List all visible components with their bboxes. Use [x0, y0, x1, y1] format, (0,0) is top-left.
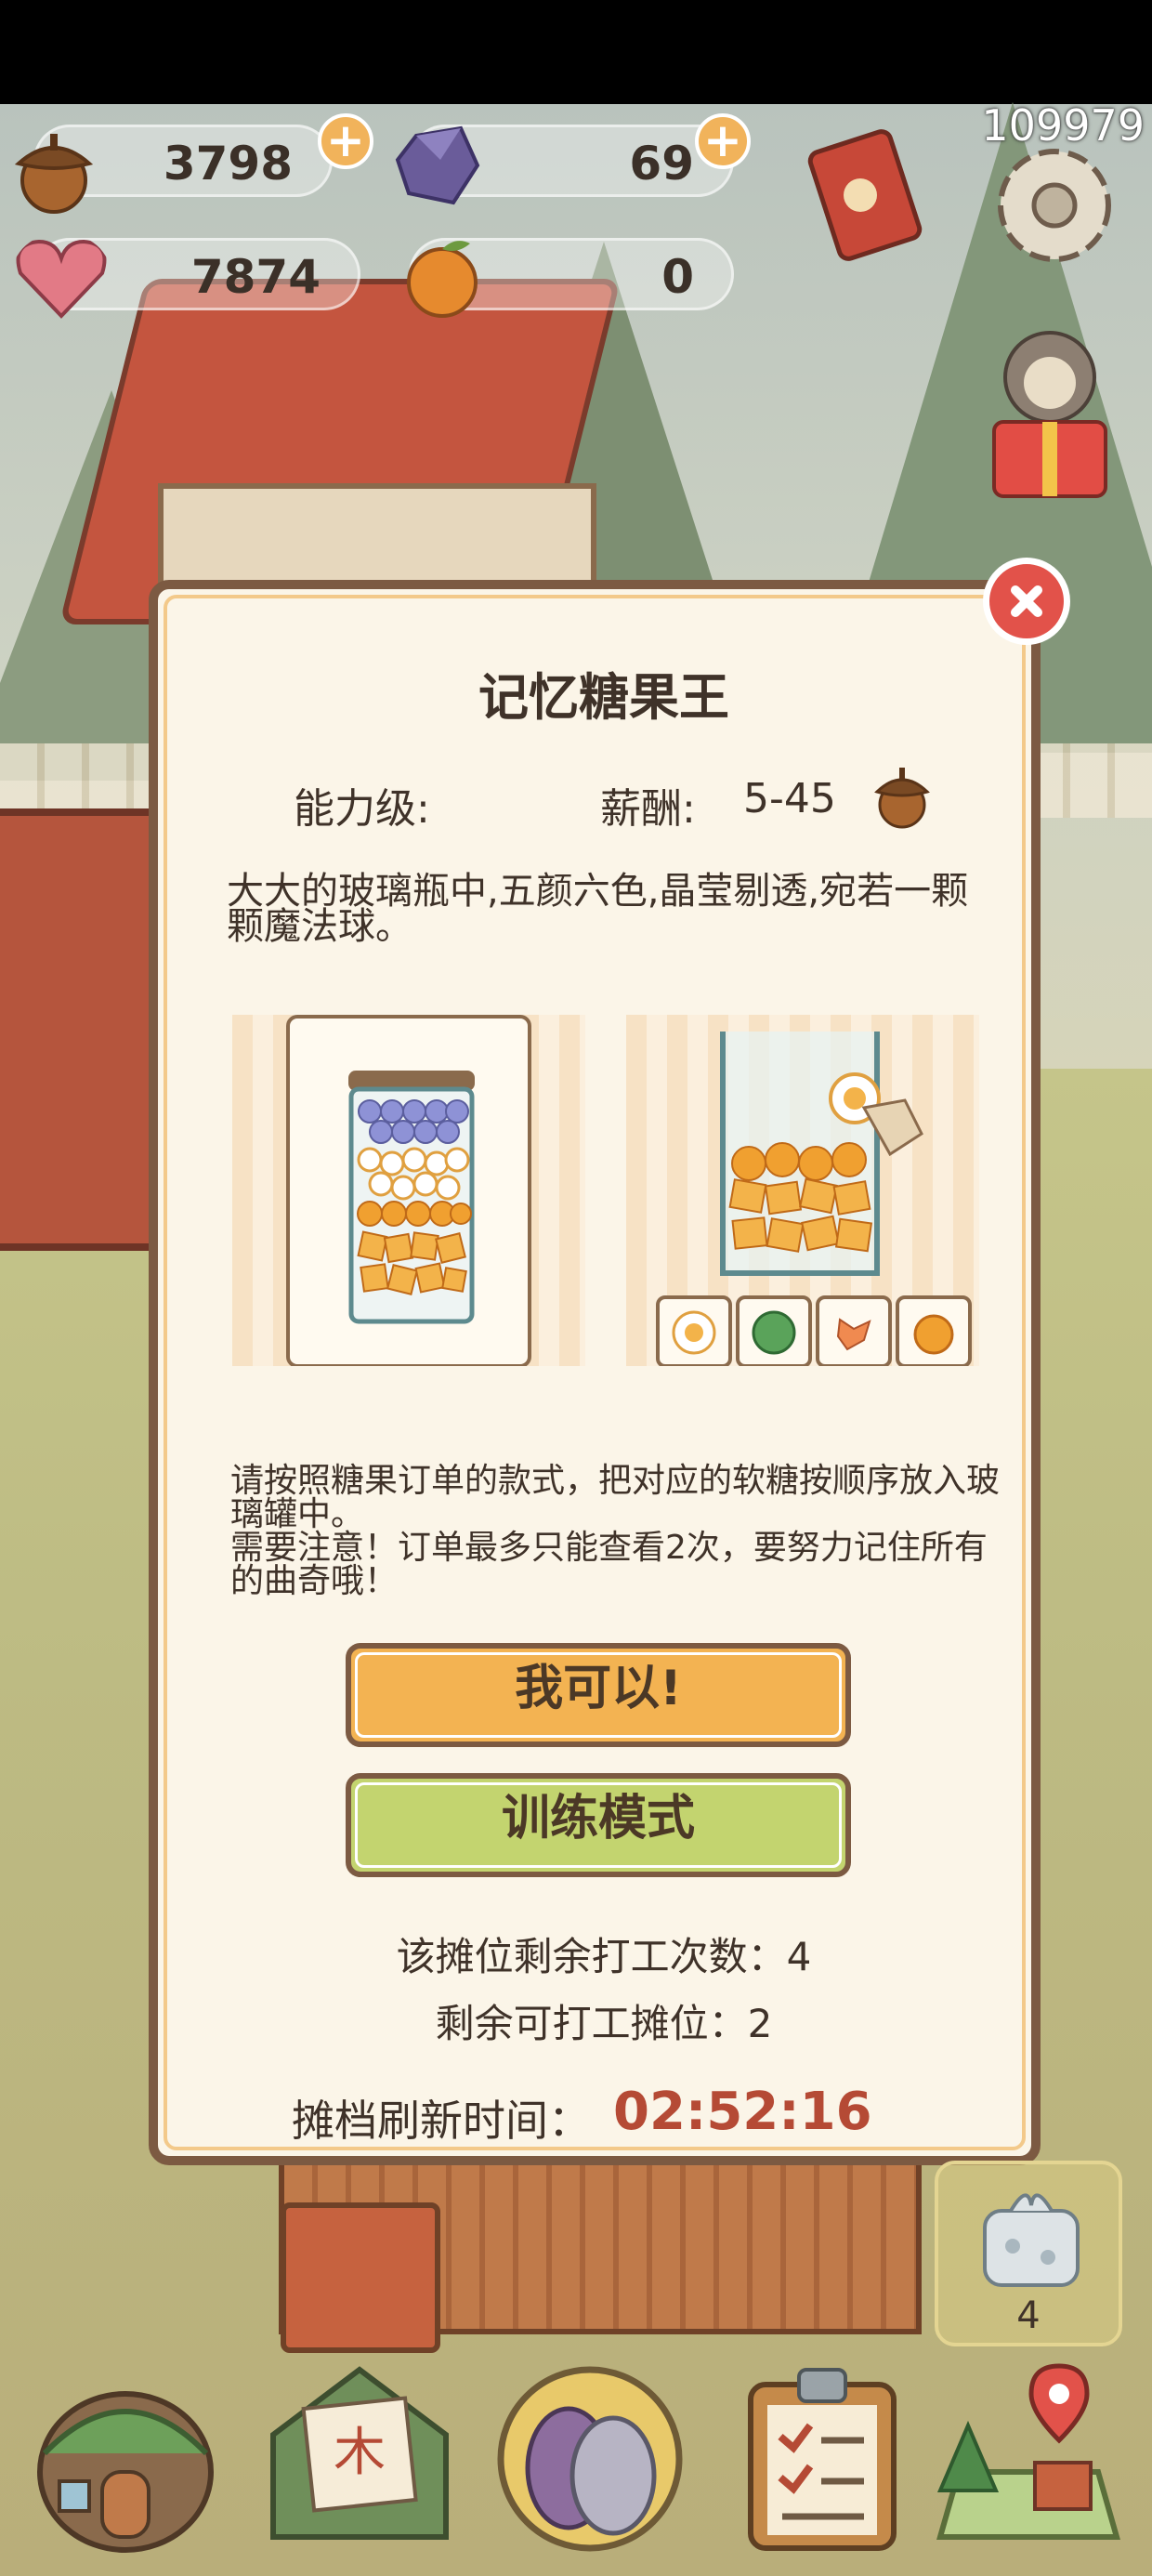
- heart-count: 7874: [190, 250, 321, 304]
- gem-icon: [395, 125, 480, 205]
- dialog-title: 记忆糖果王: [478, 668, 729, 727]
- salary-value: 5-45: [743, 775, 836, 822]
- add-gems-button[interactable]: +: [695, 113, 751, 169]
- sloth-gift-icon[interactable]: [975, 322, 1124, 507]
- gift-box-count: 4: [1016, 2294, 1041, 2337]
- mail-nav-icon[interactable]: 木: [262, 2351, 457, 2556]
- gift-box-button[interactable]: 4: [935, 2161, 1122, 2346]
- caravan[interactable]: [0, 808, 173, 1251]
- orange-count: 0: [661, 250, 694, 304]
- instruction-line-1: 请按照糖果订单的款式，把对应的软糖按顺序放入玻璃罐中。: [230, 1462, 1001, 1533]
- orange-icon: [407, 241, 478, 318]
- home-nav-icon[interactable]: [28, 2351, 223, 2556]
- refresh-timer: 02:52:16: [613, 2082, 872, 2142]
- remaining-stalls: 剩余可打工摊位：2: [435, 2001, 773, 2046]
- remaining-work-times: 该摊位剩余打工次数：4: [396, 1934, 812, 1979]
- task-clipboard-icon[interactable]: [725, 2351, 920, 2556]
- refresh-label: 摊档刷新时间：: [292, 2096, 591, 2146]
- confirm-button-label: 我可以!: [515, 1661, 682, 1716]
- instruction-line-2: 需要注意！订单最多只能查看2次，要努力记住所有的曲奇哦！: [230, 1529, 988, 1600]
- game-instructions: 请按照糖果订单的款式，把对应的软糖按顺序放入玻璃罐中。 需要注意！订单最多只能查…: [230, 1465, 1001, 1598]
- training-mode-button[interactable]: 训练模式: [346, 1773, 851, 1877]
- gear-icon[interactable]: [985, 136, 1124, 275]
- gift-bundle-icon: [983, 2193, 1080, 2287]
- status-bar: [0, 0, 1152, 104]
- ability-level-label: 能力级:: [294, 785, 430, 833]
- add-acorns-button[interactable]: +: [318, 113, 373, 169]
- stall-sign: [281, 2202, 440, 2353]
- close-icon[interactable]: [983, 558, 1070, 645]
- acorn-count: 3798: [163, 137, 293, 191]
- heart-gem-icon: [16, 239, 107, 319]
- order-jar-illustration: [232, 1015, 585, 1366]
- confirm-button[interactable]: 我可以!: [346, 1643, 851, 1747]
- gacha-nav-icon[interactable]: [492, 2351, 687, 2556]
- acorn-icon: [14, 134, 94, 214]
- salary-label: 薪酬:: [600, 785, 696, 833]
- red-envelope-icon[interactable]: [795, 121, 944, 269]
- job-description: 大大的玻璃瓶中,五颜六色,晶莹剔透,宛若一颗颗魔法球。: [227, 870, 969, 948]
- gem-count: 69: [629, 137, 694, 191]
- filling-jar-illustration: [626, 1015, 979, 1366]
- job-dialog: 记忆糖果王 能力级: 薪酬: 5-45 大大的玻璃瓶中,五颜六色,晶莹剔透,宛若…: [149, 580, 1041, 2165]
- svg-text:木: 木: [334, 2423, 386, 2483]
- training-mode-button-label: 训练模式: [501, 1791, 695, 1847]
- acorn-icon: [874, 768, 930, 829]
- map-nav-icon[interactable]: [931, 2351, 1126, 2556]
